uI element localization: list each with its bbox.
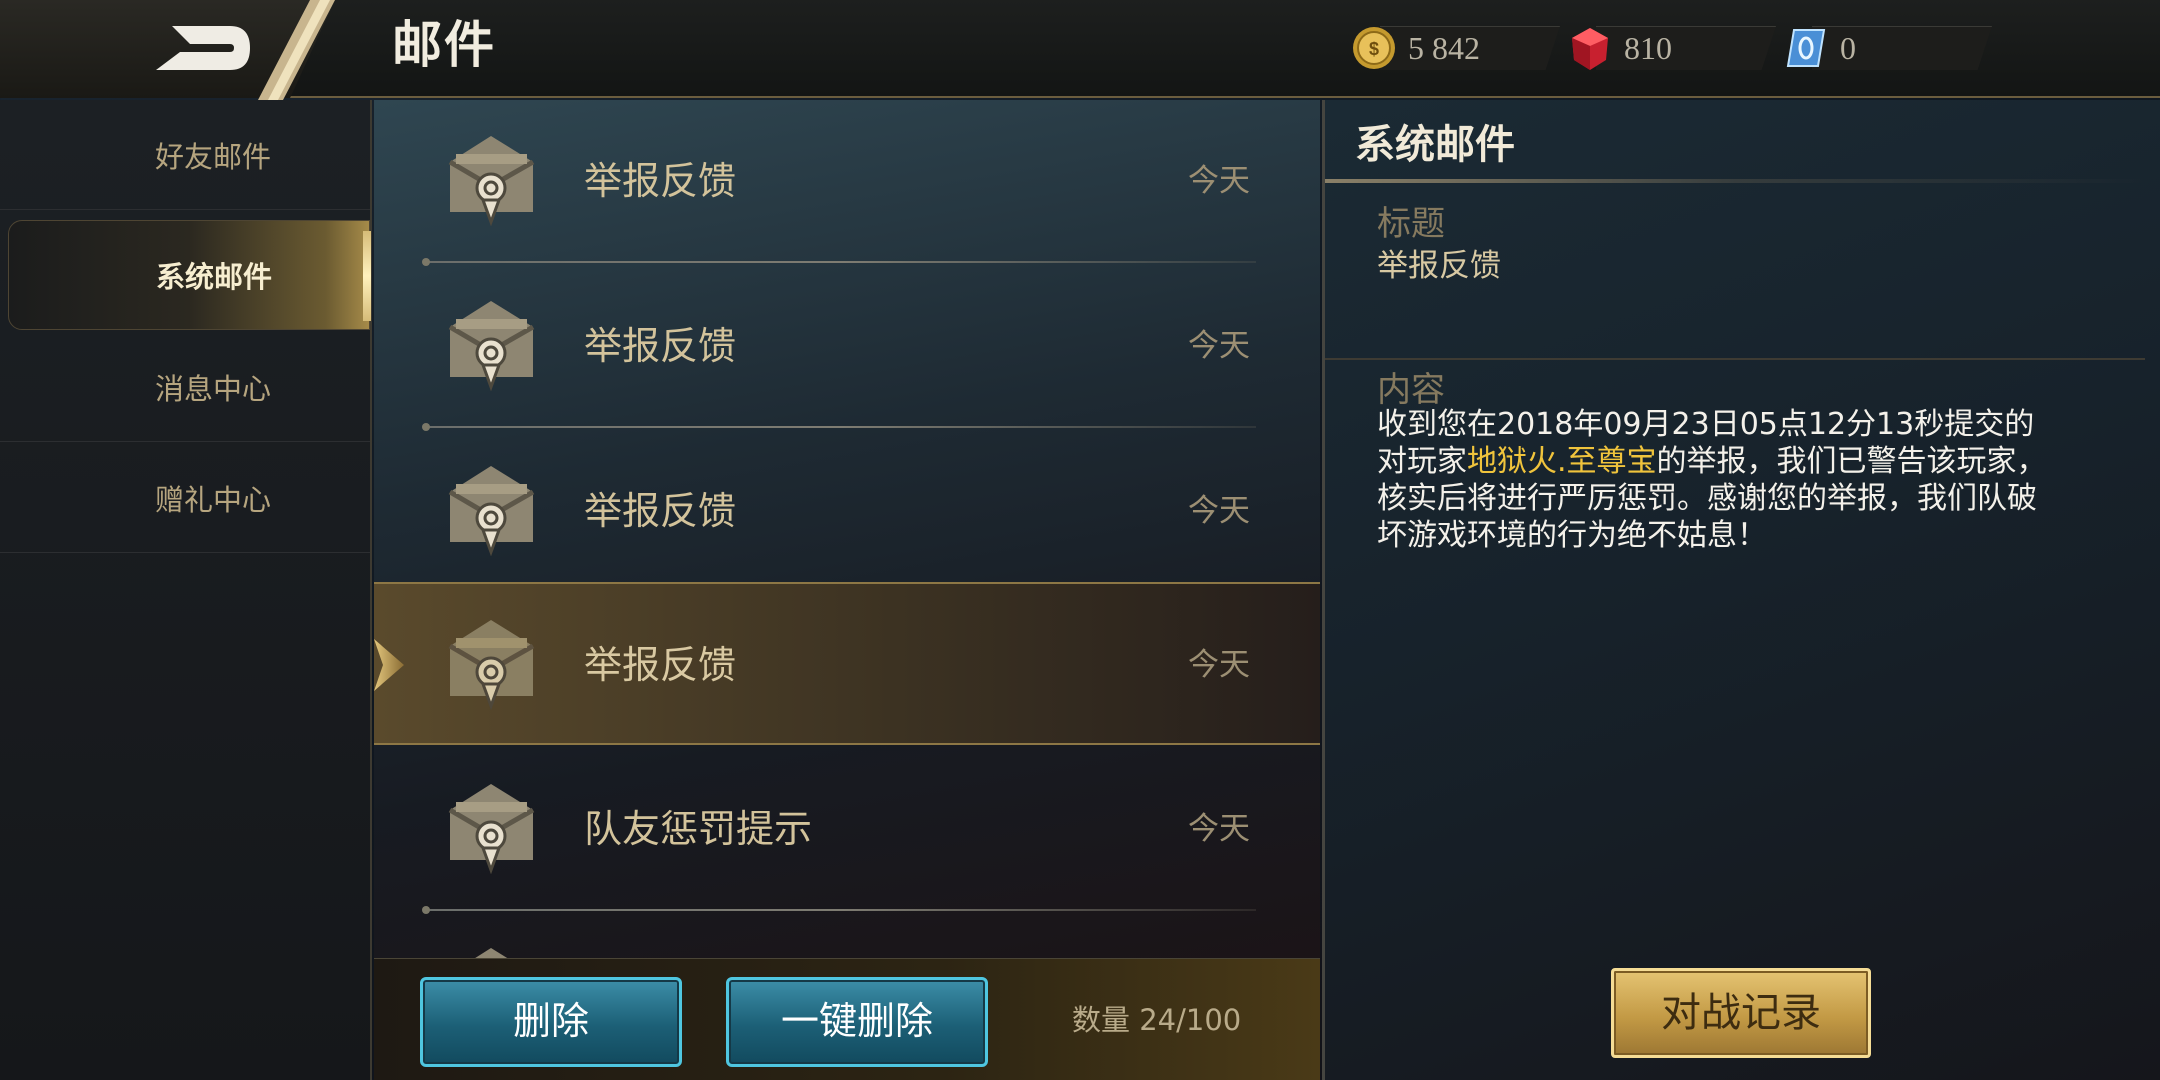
- sidebar-item-gift-center[interactable]: 赠礼中心: [0, 443, 370, 553]
- mail-date: 今天: [1188, 163, 1250, 199]
- sidebar-item-label: 赠礼中心: [155, 482, 272, 517]
- page-title: 邮件: [392, 16, 496, 74]
- top-bar: 邮件 $ 5 842 810 0: [0, 0, 2160, 100]
- mail-detail-panel: 系统邮件 标题 举报反馈 内容 收到您在2018年09月23日05点12分13秒…: [1322, 100, 2160, 1080]
- blue-voucher-icon: [1786, 29, 1826, 67]
- envelope-seal-icon: [448, 620, 535, 710]
- voucher-amount: 0: [1840, 29, 1856, 66]
- sidebar-item-message-center[interactable]: 消息中心: [0, 332, 370, 442]
- battle-record-button[interactable]: 对战记录: [1611, 968, 1871, 1058]
- sidebar-item-friend-mail[interactable]: 好友邮件: [0, 100, 370, 210]
- mail-list[interactable]: 举报反馈 今天 举报反馈 今天 举报反馈 今天 举报反馈 今天 队友惩罚提示 今…: [374, 100, 1320, 958]
- content-label: 内容: [1377, 370, 1445, 410]
- svg-text:$: $: [1369, 39, 1379, 59]
- envelope-seal-icon: [448, 466, 535, 556]
- currency-gold: $ 5 842: [1350, 22, 1560, 74]
- row-divider: [422, 258, 1256, 266]
- row-divider: [422, 906, 1256, 914]
- mail-list-item[interactable]: 队友惩罚提示 今天: [374, 748, 1320, 914]
- title-divider: [1325, 179, 2145, 183]
- envelope-seal-icon: [448, 784, 535, 874]
- mail-list-item-selected[interactable]: 举报反馈 今天: [374, 582, 1320, 745]
- back-button[interactable]: [150, 18, 260, 78]
- mail-list-item[interactable]: 举报反馈 今天: [374, 100, 1320, 266]
- mail-subject: 举报反馈: [584, 324, 737, 368]
- mail-date: 今天: [1188, 328, 1250, 364]
- subject-value: 举报反馈: [1377, 248, 1501, 284]
- gold-coin-icon: $: [1353, 27, 1395, 69]
- mail-subject: 举报反馈: [584, 643, 737, 687]
- gold-amount: 5 842: [1408, 29, 1480, 66]
- sidebar-item-label: 消息中心: [155, 371, 272, 406]
- delete-button[interactable]: 删除: [420, 977, 682, 1067]
- envelope-seal-icon: [448, 136, 535, 226]
- gem-amount: 810: [1624, 29, 1672, 66]
- ruby-gem-icon: [1572, 28, 1608, 70]
- sidebar-item-label: 好友邮件: [155, 139, 272, 174]
- reported-player-name: 地狱火.至尊宝: [1467, 444, 1657, 479]
- mail-date: 今天: [1188, 493, 1250, 529]
- detail-section-title: 系统邮件: [1355, 122, 1515, 168]
- mail-date: 今天: [1188, 811, 1250, 847]
- envelope-seal-icon: [448, 301, 535, 391]
- mail-date: 今天: [1188, 647, 1250, 683]
- mail-content: 收到您在2018年09月23日05点12分13秒提交的对玩家地狱火.至尊宝的举报…: [1377, 406, 2057, 554]
- mail-list-item[interactable]: 举报反馈 今天: [374, 265, 1320, 431]
- mail-list-item-partial[interactable]: [374, 912, 1320, 958]
- back-arrow-icon: [156, 26, 250, 70]
- selection-arrow-icon: [374, 639, 404, 691]
- currency-gem: 810: [1566, 22, 1776, 74]
- row-divider: [422, 423, 1256, 431]
- delete-all-button[interactable]: 一键删除: [726, 977, 988, 1067]
- mail-list-item[interactable]: 举报反馈 今天: [374, 430, 1320, 596]
- back-panel-edge: [258, 0, 335, 100]
- sidebar-item-label: 系统邮件: [156, 260, 273, 294]
- mail-subject: 举报反馈: [584, 489, 737, 533]
- sidebar-item-system-mail[interactable]: 系统邮件: [8, 220, 371, 330]
- mail-count: 数量 24/100: [1072, 1003, 1242, 1037]
- mail-subject: 队友惩罚提示: [584, 807, 813, 851]
- subject-label: 标题: [1377, 204, 1445, 244]
- mail-category-sidebar: 好友邮件 系统邮件 消息中心 赠礼中心: [0, 100, 372, 1080]
- mail-action-bar: 删除 一键删除 数量 24/100: [374, 958, 1320, 1080]
- mail-subject: 举报反馈: [584, 159, 737, 203]
- currency-voucher: 0: [1782, 22, 1992, 74]
- envelope-seal-icon: [475, 948, 508, 958]
